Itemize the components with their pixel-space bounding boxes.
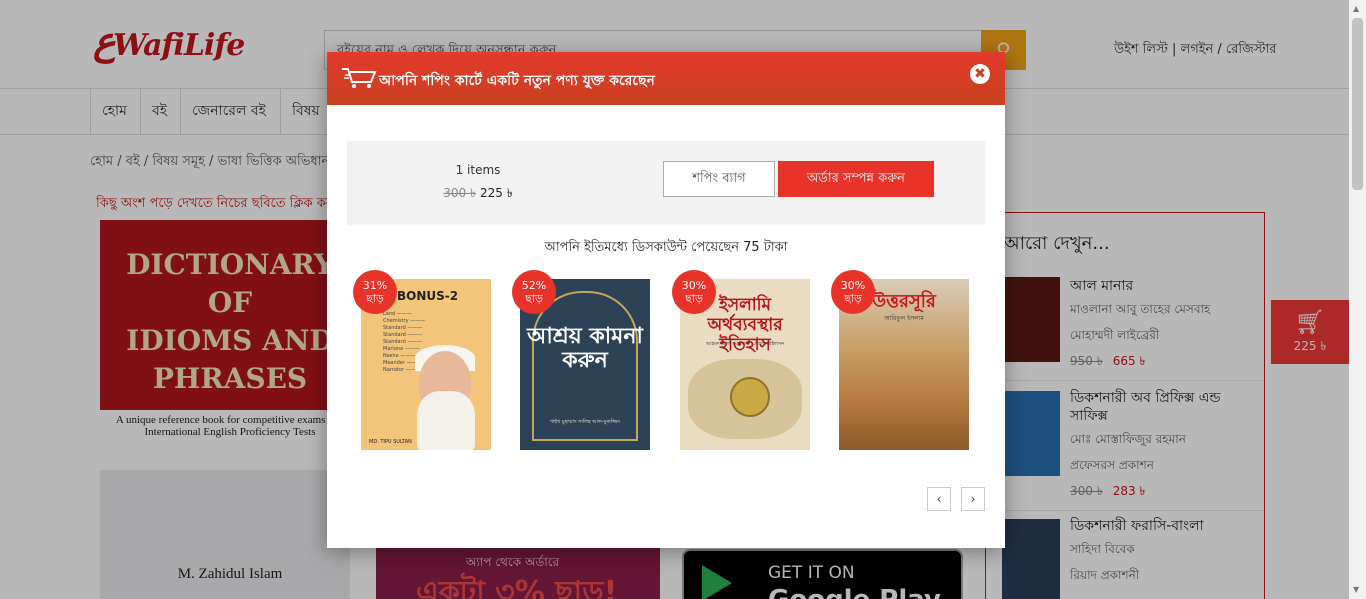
modal-header: আপনি শপিং কার্টে একটি নতুন পণ্য যুক্ত কর… <box>327 52 1005 105</box>
added-to-cart-modal: আপনি শপিং কার্টে একটি নতুন পণ্য যুক্ত কর… <box>327 52 1005 548</box>
scrollbar-thumb[interactable] <box>1352 18 1363 190</box>
cart-new-price: 225 ৳ <box>480 186 513 200</box>
carousel-next-button[interactable]: › <box>961 487 985 511</box>
cart-summary: 1 items 300 ৳ 225 ৳ শপিং ব্যাগ অর্ডার সম্… <box>347 141 985 225</box>
product-cover-author: শাইখ মুহাম্মাদ সালিহ আল-মুনাজ্জিদ <box>549 419 621 425</box>
cart-old-price: 300 ৳ <box>443 186 476 200</box>
complete-order-button[interactable]: অর্ডার সম্পন্ন করুন <box>778 161 934 197</box>
discount-badge: 52% ছাড় <box>512 270 556 314</box>
page-scrollbar[interactable]: ▲ ▼ <box>1349 0 1366 599</box>
shopping-bag-button[interactable]: শপিং ব্যাগ <box>663 161 775 197</box>
product-cover-author: MD. TIPU SULTAN <box>369 439 412 445</box>
discount-message: আপনি ইতিমধ্যে ডিসকাউন্ট পেয়েছেন 75 টাকা <box>544 240 788 255</box>
scroll-up-icon[interactable]: ▲ <box>1353 4 1359 13</box>
product-cover-title: BONUS-2 <box>397 289 459 303</box>
shopping-cart-icon <box>342 68 377 88</box>
cart-items-count: 1 items <box>455 163 501 177</box>
discount-badge: 30% ছাড় <box>831 270 875 314</box>
scroll-down-icon[interactable]: ▼ <box>1353 585 1359 594</box>
cart-total-price: 300 ৳ 225 ৳ <box>347 185 609 205</box>
close-icon[interactable]: ✖ <box>970 64 990 84</box>
carousel-prev-button[interactable]: ‹ <box>927 487 951 511</box>
cover-coin-image <box>730 377 770 417</box>
modal-header-message: আপনি শপিং কার্টে একটি নতুন পণ্য যুক্ত কর… <box>379 73 655 89</box>
product-cover-title: আশ্রয় কামনা করুন <box>527 324 643 373</box>
product-cover-author: আরিফুল ইসলাম <box>884 315 924 322</box>
product-cover-author: আহমদ আল আসকার | প্রজন্ম উইলসন <box>705 341 785 347</box>
discount-badge: 30% ছাড় <box>672 270 716 314</box>
discount-badge: 31% ছাড় <box>353 270 397 314</box>
